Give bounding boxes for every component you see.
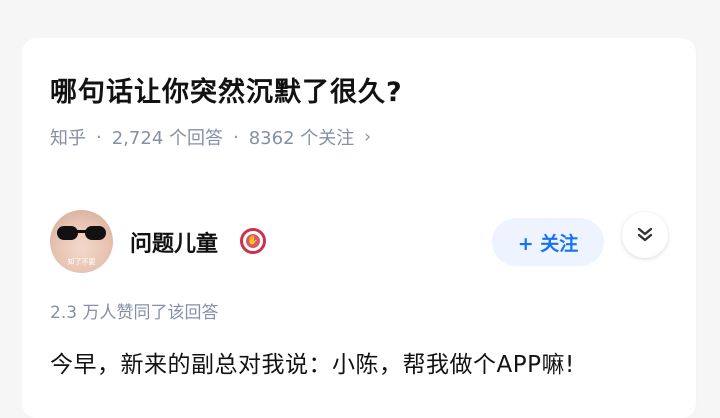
- question-meta: 知乎 · 2,724 个回答 · 8362 个关注 ›: [50, 124, 371, 150]
- double-chevron-down-icon: [637, 227, 653, 242]
- answer-count[interactable]: 2,724 个回答: [112, 124, 223, 150]
- follow-button[interactable]: + 关注: [492, 218, 604, 266]
- chevron-right-icon[interactable]: ›: [364, 127, 371, 147]
- author-badge-icon: ✋: [240, 228, 266, 254]
- vote-count: 2.3 万人赞同了该回答: [50, 303, 219, 323]
- author-name[interactable]: 问题儿童: [130, 226, 218, 258]
- avatar-caption: 知了不要: [67, 258, 96, 266]
- avatar[interactable]: 知了不要: [50, 210, 113, 273]
- source-label: 知乎: [50, 128, 86, 149]
- separator-dot: ·: [96, 126, 102, 148]
- double-chevron-down-icon[interactable]: [622, 212, 668, 258]
- sunglasses-graphic: [57, 226, 106, 240]
- answer-text[interactable]: 今早，新来的副总对我说：小陈，帮我做个APP嘛!: [50, 345, 575, 379]
- separator-dot: ·: [233, 126, 239, 148]
- follower-count[interactable]: 8362 个关注: [249, 124, 355, 150]
- question-title[interactable]: 哪句话让你突然沉默了很久?: [50, 70, 403, 109]
